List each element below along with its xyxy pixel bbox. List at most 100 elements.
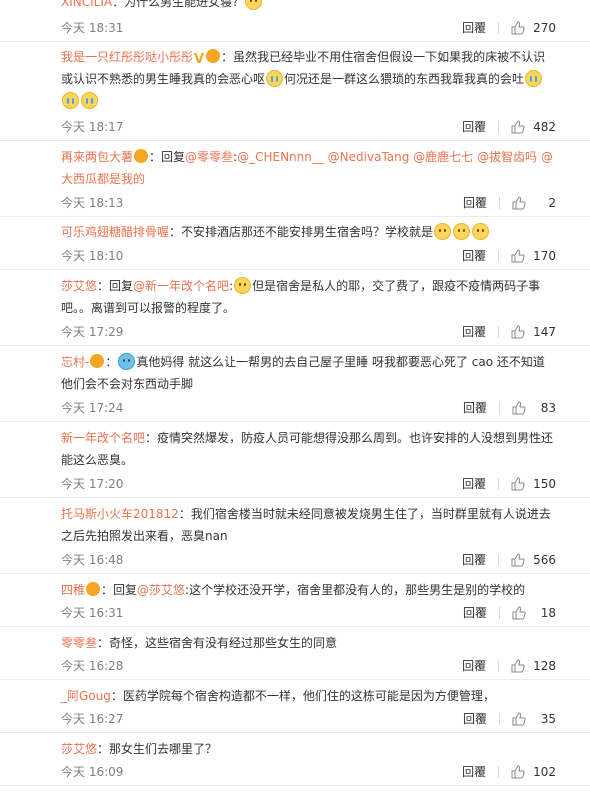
comment-body: ：回复 (149, 150, 186, 164)
comment-actions: 回覆 18 (463, 603, 556, 623)
comment-body: ：不安排酒店那还不能安排男生宿舍吗？学校就是 (169, 225, 434, 239)
thumbs-up-icon[interactable] (512, 606, 526, 620)
action-divider (498, 121, 500, 133)
comment-username[interactable]: XINCILIA (61, 0, 112, 9)
comment-timestamp: 今天 16:27 (61, 712, 124, 726)
reply-button[interactable]: 回覆 (462, 18, 486, 38)
comment-text: 莎艾悠：回复@新一年改个名吧: 但是宿舍是私人的耶，交了费了，跟疫不疫情两码子事吧… (61, 275, 556, 319)
like-count: 102 (533, 765, 556, 779)
comment-text: XINCILIA：为什么男生能进女寝？ (61, 0, 556, 13)
comment-username[interactable]: 我是一只红彤彤哒小彤彤 (61, 50, 193, 64)
comment-text: 再来两包大薯 ：回复@零零叁:@_CHENnnn__ @NedivaTang @鹿… (61, 146, 556, 190)
thumbs-up-icon[interactable] (511, 765, 525, 779)
comment-meta: 今天 17:20 回覆 150 (61, 474, 556, 494)
comment-body: ： (105, 355, 118, 369)
reply-button[interactable]: 回覆 (462, 474, 486, 494)
reply-button[interactable]: 回覆 (462, 762, 486, 782)
thumbs-up-icon[interactable] (511, 553, 525, 567)
comment-meta: 今天 16:31 回覆 18 (61, 603, 556, 623)
action-divider (499, 197, 500, 209)
comment-username[interactable]: 托马斯小火车201812 (61, 507, 179, 521)
action-divider (498, 250, 500, 262)
comment-timestamp: 今天 18:31 (61, 21, 124, 35)
thumbs-up-icon[interactable] (511, 325, 525, 339)
comment-meta: 今天 17:24 回覆 83 (61, 398, 556, 418)
comment-item: 托马斯小火车201812：我们宿舍楼当时就未经同意被发烧男生住了，当时群里就有人… (0, 498, 590, 574)
thumbs-up-icon[interactable] (511, 21, 525, 35)
comment-actions: 回覆 147 (462, 322, 556, 342)
comment-username[interactable]: 莎艾悠 (61, 279, 97, 293)
comment-username[interactable]: 莎艾悠 (61, 742, 97, 756)
reply-button[interactable]: 回覆 (462, 117, 486, 137)
mention-link[interactable]: @新一年改个名吧 (133, 279, 229, 293)
comment-actions: 回覆 270 (462, 18, 556, 38)
like-count: 2 (548, 196, 556, 210)
like-count: 83 (540, 401, 556, 415)
action-divider (498, 660, 500, 672)
comment-list: XINCILIA：为什么男生能进女寝？ 今天 18:31 回覆 270 我是一只红彤彤哒… (0, 0, 590, 797)
emoji-icon (81, 92, 98, 109)
comment-username[interactable]: 再来两包大薯 (61, 150, 133, 164)
comment-actions: 回覆 150 (462, 474, 556, 494)
thumbs-up-icon[interactable] (511, 249, 525, 263)
like-count: 566 (533, 553, 556, 567)
comment-meta: 今天 18:13 回覆 2 (61, 193, 556, 213)
comment-actions: 回覆 170 (462, 246, 556, 266)
like-count: 482 (533, 120, 556, 134)
like-count: 270 (533, 21, 556, 35)
action-divider (498, 766, 500, 778)
comment-actions: 回覆 128 (462, 656, 556, 676)
mention-link[interactable]: @零零叁 (185, 150, 233, 164)
comment-body: ：回复 (97, 279, 134, 293)
thumbs-up-icon[interactable] (511, 659, 525, 673)
verified-v-icon: V (194, 52, 205, 67)
action-divider (499, 402, 500, 414)
comment-text: 忘村-：真他妈得 就这么让一帮男的去自己屋子里睡 呀我都要恶心死了 cao 还不… (61, 351, 556, 395)
comment-timestamp: 今天 17:24 (61, 401, 124, 415)
reply-button[interactable]: 回覆 (463, 709, 487, 729)
comment-text: 零零叁：奇怪，这些宿舍有没有经过那些女生的同意 (61, 632, 556, 654)
comment-username[interactable]: 忘村- (61, 355, 89, 369)
vip-icon (206, 49, 221, 63)
comment-username[interactable]: 新一年改个名吧 (61, 431, 145, 445)
like-count: 170 (533, 249, 556, 263)
comment-username[interactable]: 可乐鸡翅糖醋排骨喔 (61, 225, 169, 239)
reply-button[interactable]: 回覆 (463, 398, 487, 418)
reply-button[interactable]: 回覆 (462, 246, 486, 266)
comment-timestamp: 今天 18:17 (61, 120, 124, 134)
reply-button[interactable]: 回覆 (462, 656, 486, 676)
comment-text: 新一年改个名吧：疫情突然爆发，防疫人员可能想得没那么周到。也许安排的人没想到男性… (61, 427, 556, 471)
reply-button[interactable]: 回覆 (462, 322, 486, 342)
reply-button[interactable]: 回覆 (463, 603, 487, 623)
comment-body: ：奇怪，这些宿舍有没有经过那些女生的同意 (97, 636, 338, 650)
thumbs-up-icon[interactable] (512, 712, 526, 726)
emoji-icon (434, 223, 452, 240)
action-divider (498, 326, 500, 338)
comment-timestamp: 今天 17:29 (61, 325, 124, 339)
reply-button[interactable]: 回覆 (463, 193, 487, 213)
thumbs-up-icon[interactable] (512, 401, 526, 415)
thumbs-up-icon[interactable] (512, 196, 526, 210)
comment-actions: 回覆 566 (462, 550, 556, 570)
comment-username[interactable]: 四稚 (61, 583, 85, 597)
comment-body: 何况还是一群这么猥琐的东西我靠我真的会吐 (284, 72, 525, 86)
action-divider (498, 22, 500, 34)
comment-username[interactable]: 零零叁 (61, 636, 97, 650)
like-count: 147 (533, 325, 556, 339)
comment-timestamp: 今天 16:31 (61, 606, 124, 620)
vip-icon (134, 149, 149, 163)
emoji-icon (453, 223, 471, 240)
comment-timestamp: 今天 16:28 (61, 659, 124, 673)
thumbs-up-icon[interactable] (511, 120, 525, 134)
comment-text: _阿Goug：医药学院每个宿舍构造都不一样，他们住的这栋可能是因为方便管理， (61, 685, 556, 707)
comment-meta: 今天 18:31 回覆 270 (61, 18, 556, 38)
comment-meta: 今天 16:28 回覆 128 (61, 656, 556, 676)
comment-meta: 今天 16:48 回覆 566 (61, 550, 556, 570)
emoji-icon (266, 70, 284, 87)
emoji-icon (62, 92, 79, 109)
comment-username[interactable]: _阿Goug (61, 689, 111, 703)
reply-button[interactable]: 回覆 (462, 550, 486, 570)
mention-link[interactable]: @莎艾悠 (137, 583, 185, 597)
emoji-icon (472, 223, 490, 240)
thumbs-up-icon[interactable] (511, 477, 525, 491)
